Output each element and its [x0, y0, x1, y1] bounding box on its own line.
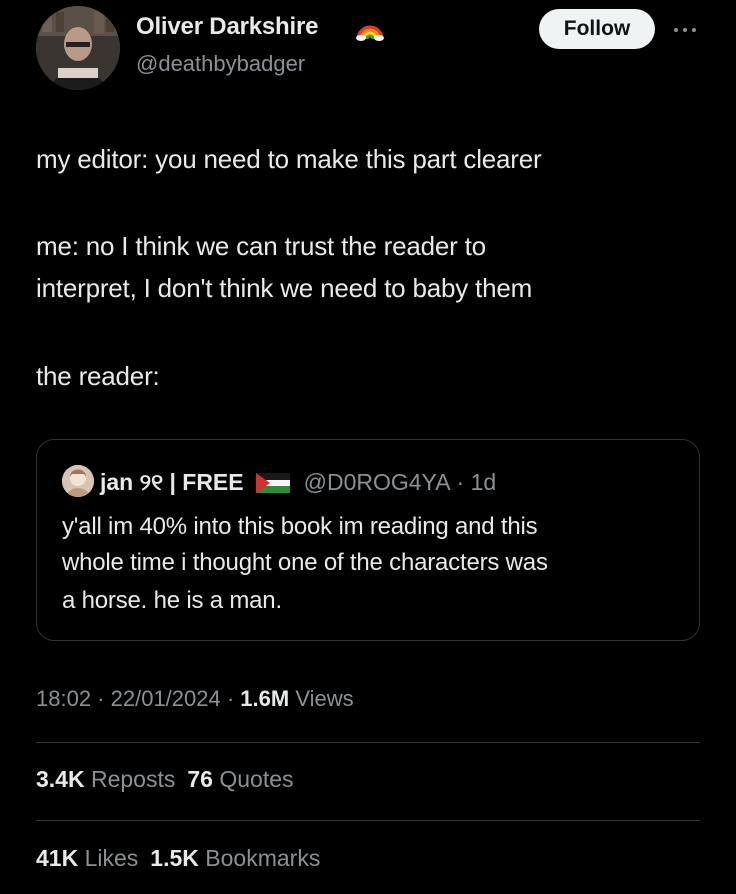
quoted-author-handle[interactable]: @D0ROG4YA — [304, 469, 451, 496]
user-avatar-photo — [62, 465, 94, 497]
tweet-date[interactable]: 22/01/2024 — [111, 686, 221, 711]
rainbow-icon — [355, 15, 385, 41]
quotes-count: 76 — [187, 766, 213, 792]
tweet-detail-view: Oliver Darkshire @deathbybadger Follow m… — [0, 0, 736, 894]
tweet-text-line: my editor: you need to make this part cl… — [36, 144, 542, 174]
engagement-stats-row: 3.4K Reposts 76 Quotes — [36, 766, 294, 793]
likes-stat[interactable]: 41K Likes — [36, 845, 138, 871]
palestine-flag-icon — [255, 472, 290, 493]
quoted-tweet-text-line: y'all im 40% into this book im reading a… — [62, 513, 538, 540]
likes-count: 41K — [36, 845, 79, 871]
bookmarks-count: 1.5K — [150, 845, 199, 871]
author-avatar[interactable] — [36, 6, 120, 90]
follow-button[interactable]: Follow — [539, 9, 655, 49]
quoted-author-avatar[interactable] — [62, 465, 94, 497]
quoted-author-name[interactable]: jan ୨୧ | FREE — [100, 469, 244, 496]
quotes-label: Quotes — [219, 766, 294, 792]
tweet-text-line: the reader: — [36, 361, 160, 391]
views-label: Views — [289, 686, 354, 711]
tweet-time[interactable]: 18:02 — [36, 686, 91, 711]
reposts-count: 3.4K — [36, 766, 85, 792]
views-count: 1.6M — [240, 686, 290, 711]
divider — [36, 820, 700, 821]
tweet-text-line: interpret, I don't think we need to baby… — [36, 273, 533, 303]
reposts-stat[interactable]: 3.4K Reposts — [36, 766, 175, 792]
meta-separator: · — [220, 686, 241, 711]
author-display-name[interactable]: Oliver Darkshire — [136, 13, 318, 41]
quoted-tweet-header: jan ୨୧ | FREE @D0ROG4YA · 1d — [100, 466, 496, 498]
quoted-tweet-text-line: a horse. he is a man. — [62, 587, 282, 614]
author-handle[interactable]: @deathbybadger — [136, 51, 305, 77]
likes-label: Likes — [84, 845, 139, 871]
engagement-stats-row: 41K Likes 1.5K Bookmarks — [36, 845, 320, 872]
quotes-stat[interactable]: 76 Quotes — [187, 766, 293, 792]
tweet-text-line: me: no I think we can trust the reader t… — [36, 231, 486, 261]
more-horizontal-icon[interactable] — [672, 23, 698, 37]
meta-separator: · — [91, 686, 111, 711]
bookmarks-label: Bookmarks — [205, 845, 321, 871]
quoted-tweet-time: · 1d — [456, 468, 497, 495]
divider — [36, 742, 700, 743]
bookmarks-stat[interactable]: 1.5K Bookmarks — [150, 845, 320, 871]
quoted-tweet-text-line: whole time i thought one of the characte… — [62, 549, 548, 576]
tweet-meta: 18:02 · 22/01/2024 · 1.6M Views — [36, 686, 354, 712]
user-avatar-photo — [36, 6, 120, 90]
reposts-label: Reposts — [90, 766, 176, 792]
